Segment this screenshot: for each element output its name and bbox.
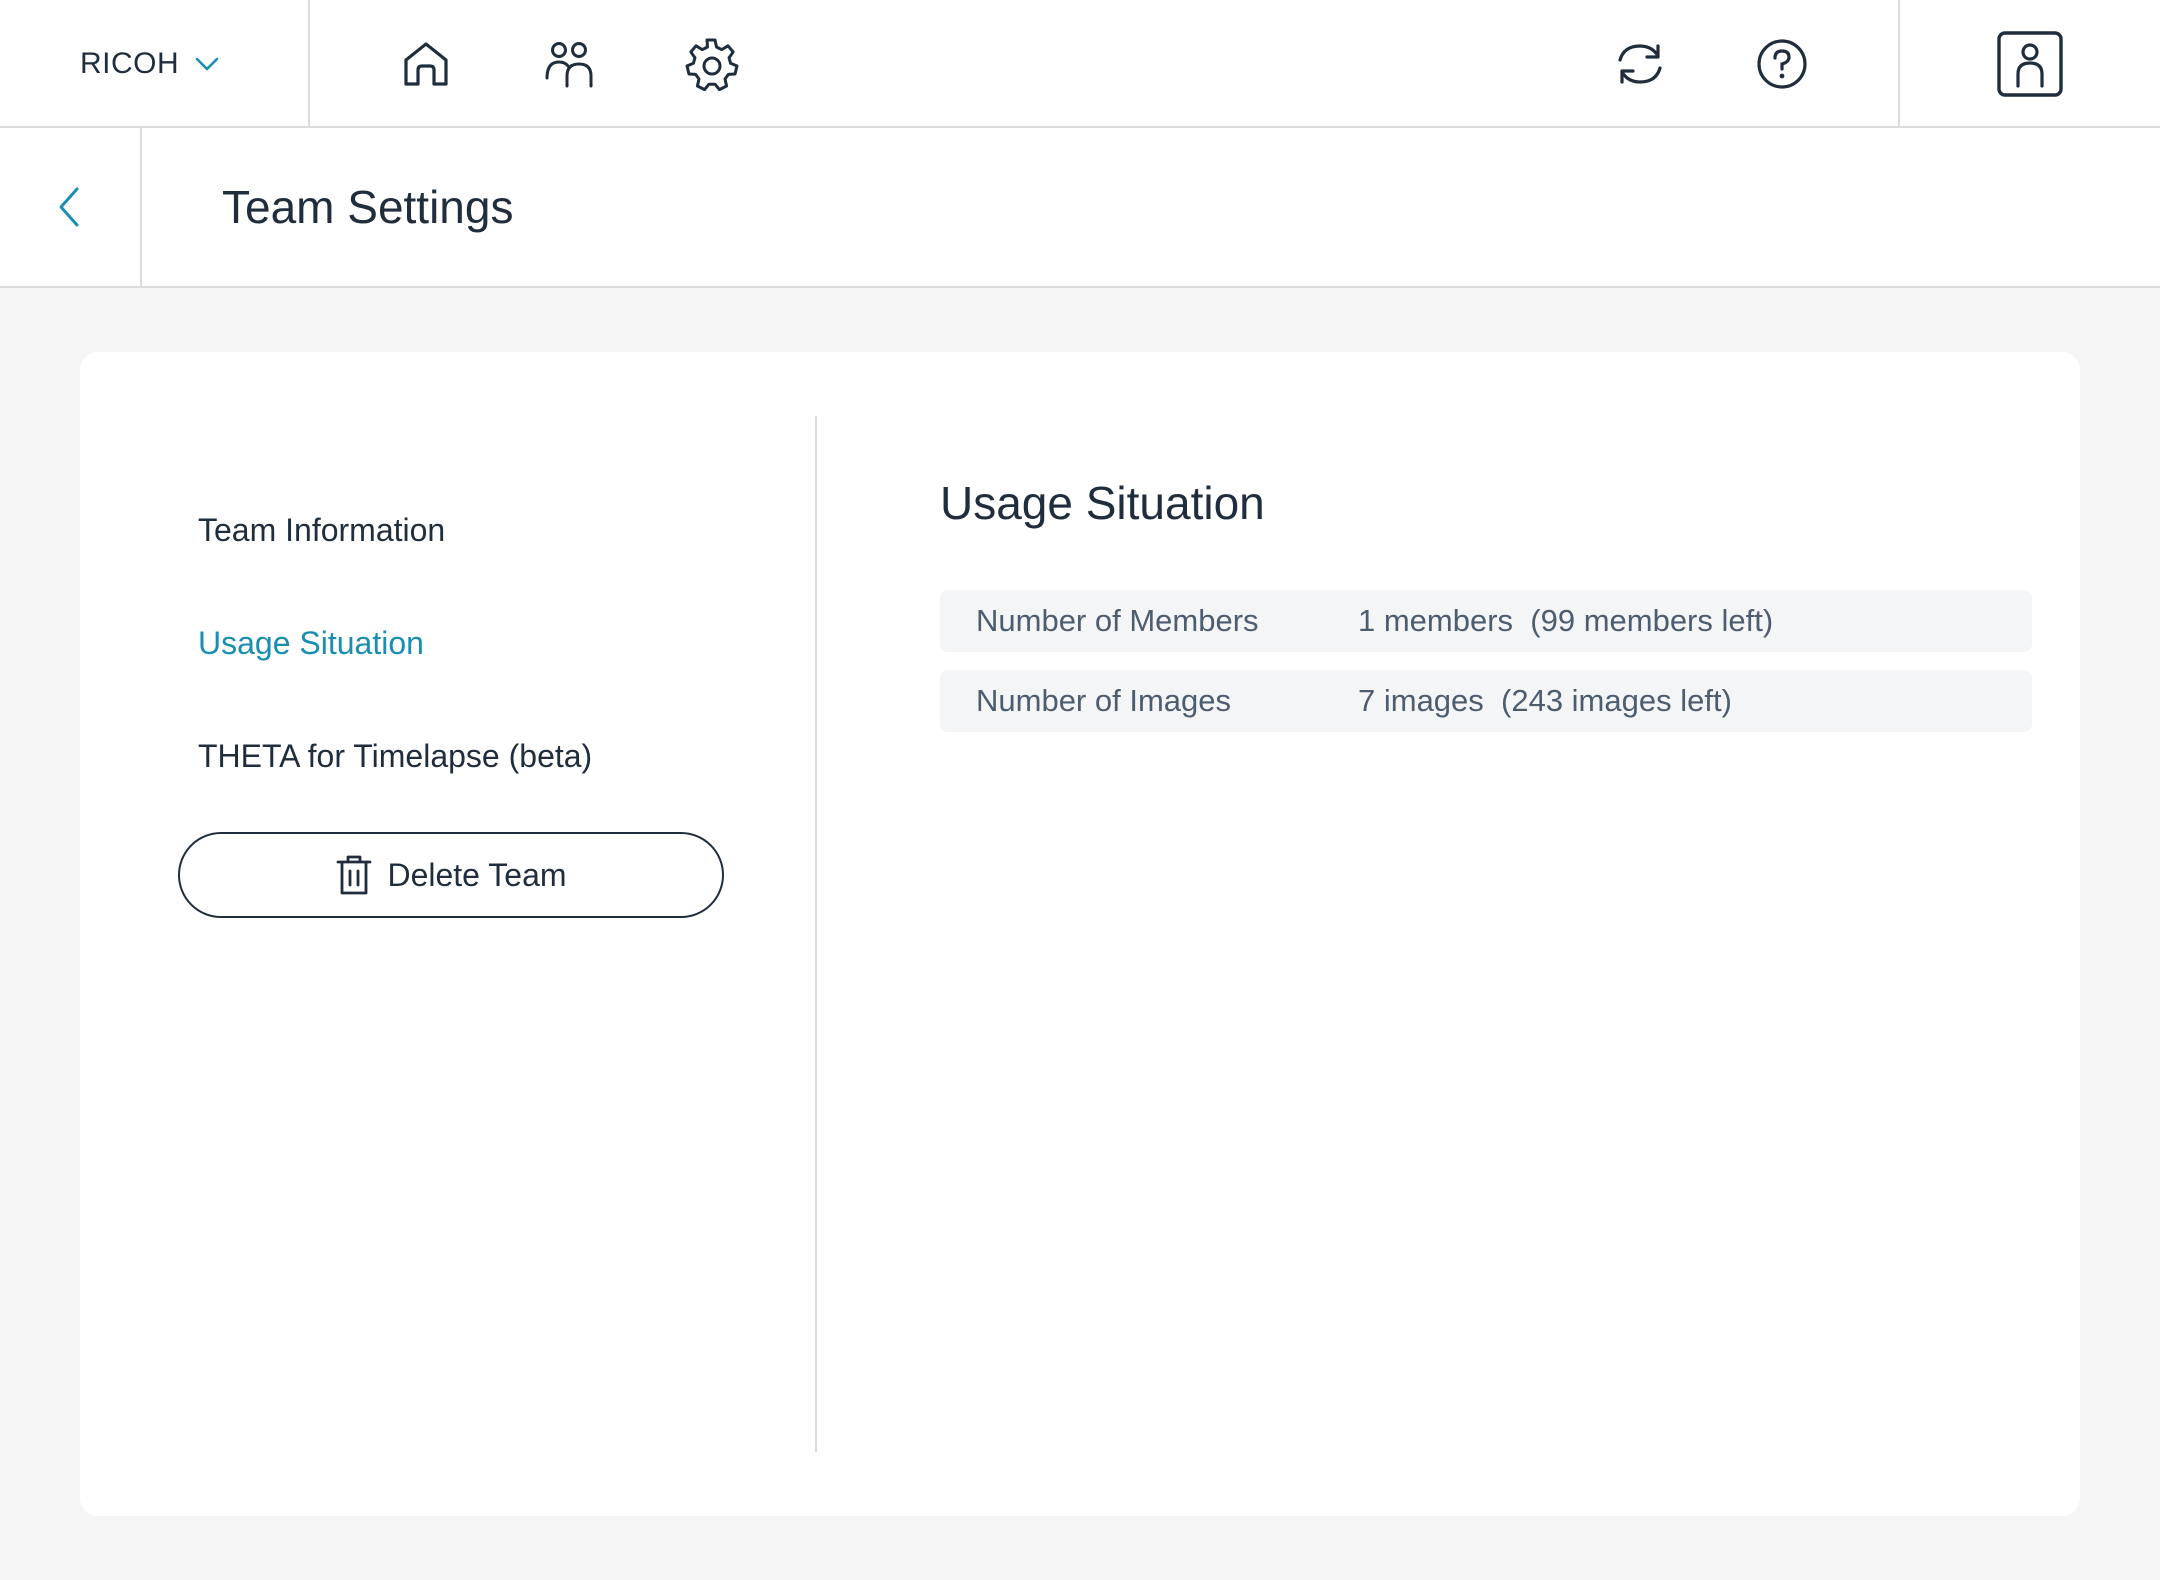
settings-icon[interactable]	[679, 32, 743, 96]
help-icon[interactable]	[1750, 32, 1814, 96]
team-switcher[interactable]: RICOH	[0, 0, 310, 128]
chevron-left-icon	[55, 185, 85, 229]
usage-row-images: Number of Images 7 images (243 images le…	[940, 670, 2032, 732]
trash-icon	[335, 853, 373, 897]
sync-icon[interactable]	[1608, 32, 1672, 96]
home-icon[interactable]	[394, 32, 458, 96]
page-title: Team Settings	[222, 181, 514, 233]
vertical-divider	[815, 416, 817, 1452]
sidebar-item-team-information[interactable]: Team Information	[198, 512, 445, 549]
page-header: Team Settings	[0, 128, 2160, 288]
section-title: Usage Situation	[940, 477, 1265, 529]
account-area	[1898, 0, 2160, 128]
chevron-down-icon	[193, 50, 221, 78]
usage-row-members: Number of Members 1 members (99 members …	[940, 590, 2032, 652]
usage-value: 1 members (99 members left)	[1358, 603, 1774, 638]
sidebar-item-theta-timelapse[interactable]: THETA for Timelapse (beta)	[198, 738, 592, 775]
members-icon[interactable]	[537, 32, 601, 96]
usage-value: 7 images (243 images left)	[1358, 683, 1732, 718]
usage-label: Number of Images	[976, 683, 1231, 718]
team-name: RICOH	[80, 47, 180, 80]
delete-team-button[interactable]: Delete Team	[178, 832, 724, 918]
top-navigation-bar: RICOH	[0, 0, 2160, 128]
settings-sidebar: Team Information Usage Situation THETA f…	[80, 352, 815, 1516]
delete-team-label: Delete Team	[387, 856, 567, 893]
account-icon[interactable]	[1996, 30, 2064, 98]
usage-panel: Usage Situation Number of Members 1 memb…	[940, 352, 2080, 1516]
back-button[interactable]	[0, 128, 142, 286]
settings-card: Team Information Usage Situation THETA f…	[80, 352, 2080, 1516]
sidebar-item-usage-situation[interactable]: Usage Situation	[198, 625, 424, 662]
usage-label: Number of Members	[976, 603, 1259, 638]
